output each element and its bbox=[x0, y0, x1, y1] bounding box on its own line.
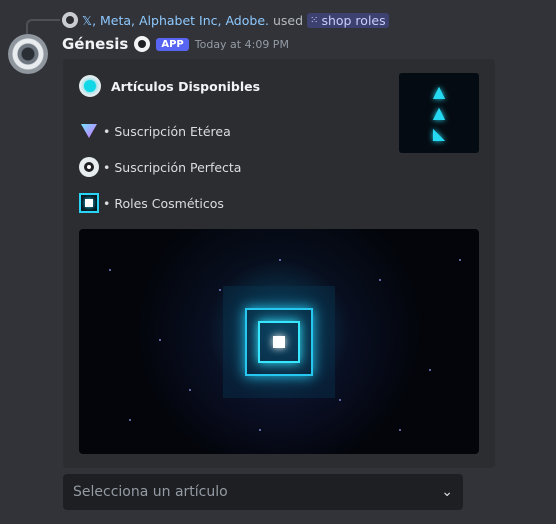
embed-card: Artículos Disponibles • Suscripción Etér… bbox=[63, 59, 495, 468]
embed-title: Artículos Disponibles bbox=[111, 78, 261, 94]
list-item: • Suscripción Etérea bbox=[79, 121, 231, 141]
profile-badge-icon bbox=[134, 36, 151, 52]
app-badge: APP bbox=[156, 37, 189, 51]
triangle-icon: ▲ bbox=[432, 103, 446, 122]
cosmetic-square-icon bbox=[79, 193, 99, 213]
command-chip[interactable]: ⁙ shop roles bbox=[307, 12, 389, 28]
triangle-icon: ▲ bbox=[432, 82, 446, 101]
list-item: • Suscripción Perfecta bbox=[79, 157, 241, 177]
embed-title-row: Artículos Disponibles bbox=[79, 75, 260, 97]
command-label: shop roles bbox=[321, 12, 386, 28]
reply-names[interactable]: 𝕏, Meta, Alphabet Inc, Adobe. bbox=[82, 13, 269, 28]
reply-avatar bbox=[62, 12, 78, 28]
triangle-icon: ◣ bbox=[432, 124, 446, 143]
embed-thumbnail[interactable]: ▲ ▲ ◣ bbox=[399, 73, 479, 153]
item-label: • Suscripción Perfecta bbox=[103, 159, 242, 175]
etherea-icon bbox=[79, 121, 99, 141]
glow-square-core bbox=[273, 335, 285, 348]
item-select-dropdown[interactable]: Selecciona un artículo ⌄ bbox=[63, 474, 463, 510]
command-icon: ⁙ bbox=[310, 14, 319, 26]
item-label: • Roles Cosméticos bbox=[103, 195, 224, 211]
item-label: • Suscripción Etérea bbox=[103, 123, 231, 139]
select-placeholder: Selecciona un artículo bbox=[73, 484, 228, 500]
message-header: Génesis APP Today at 4:09 PM bbox=[62, 34, 289, 54]
reply-used-text: used bbox=[272, 12, 304, 28]
chevron-down-icon: ⌄ bbox=[441, 484, 453, 500]
orb-icon bbox=[79, 75, 101, 97]
perfect-circle-icon bbox=[79, 157, 99, 177]
username[interactable]: Génesis bbox=[62, 35, 128, 53]
reply-reference[interactable]: 𝕏, Meta, Alphabet Inc, Adobe. used ⁙ sho… bbox=[62, 11, 389, 29]
timestamp: Today at 4:09 PM bbox=[194, 37, 289, 51]
reply-connector bbox=[26, 19, 60, 35]
avatar[interactable] bbox=[8, 34, 48, 74]
list-item: • Roles Cosméticos bbox=[79, 193, 224, 213]
embed-image[interactable] bbox=[79, 229, 479, 454]
